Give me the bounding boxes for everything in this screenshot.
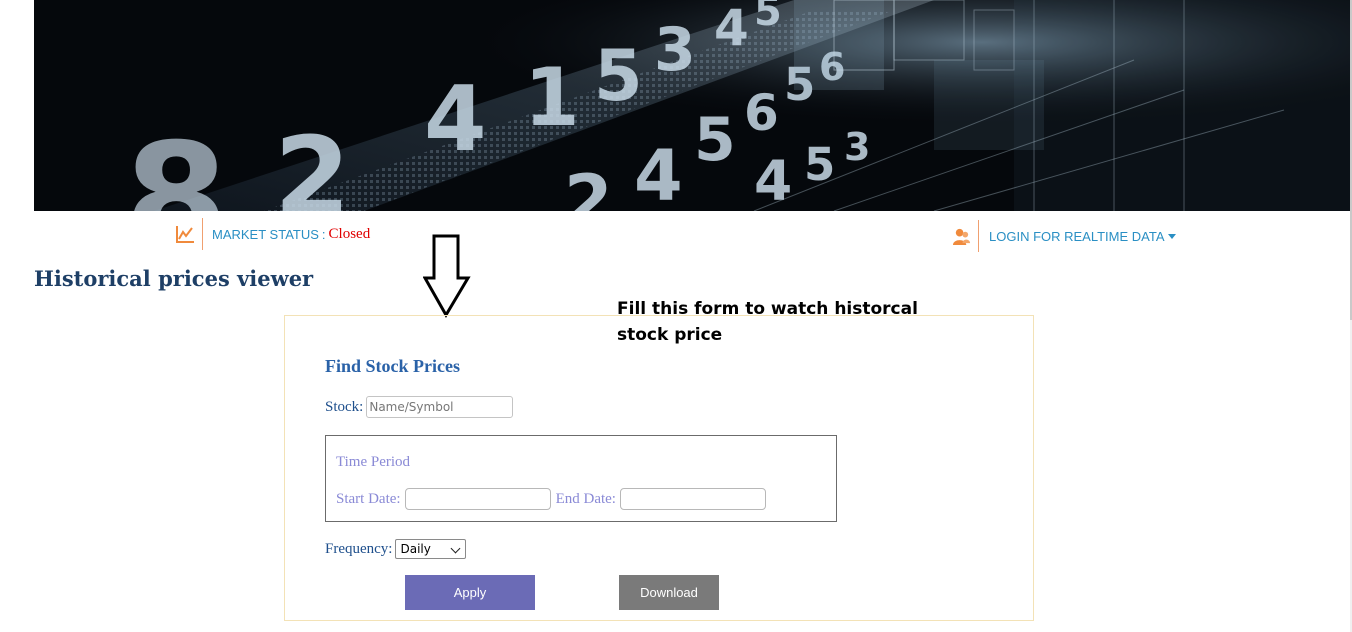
svg-text:4: 4 <box>754 149 792 211</box>
market-status-value: Closed <box>328 225 371 242</box>
market-status-label: MARKET STATUS <box>212 226 319 242</box>
header-banner: 8 2 4 1 5 3 4 5 4 5 6 5 6 2 4 5 3 <box>34 0 1350 211</box>
svg-text:4: 4 <box>634 135 683 211</box>
login-dropdown[interactable]: LOGIN FOR REALTIME DATA <box>952 220 1176 252</box>
svg-text:3: 3 <box>654 15 696 85</box>
caret-down-icon[interactable] <box>1167 234 1176 239</box>
frequency-select[interactable]: Daily <box>395 539 467 559</box>
svg-text:5: 5 <box>754 0 782 35</box>
date-range-row: Start Date: End Date: <box>336 488 766 510</box>
svg-text:4: 4 <box>424 67 487 172</box>
frequency-value: Daily <box>400 542 431 556</box>
svg-text:6: 6 <box>744 84 779 142</box>
svg-text:5: 5 <box>594 35 643 117</box>
svg-text:2: 2 <box>564 160 613 211</box>
svg-text:8: 8 <box>124 112 228 211</box>
download-button[interactable]: Download <box>619 575 719 610</box>
time-period-title: Time Period <box>336 454 411 470</box>
frequency-row: Frequency: Daily <box>325 539 467 559</box>
end-date-input[interactable] <box>619 488 766 510</box>
user-icon <box>952 228 971 245</box>
apply-button[interactable]: Apply <box>405 575 535 610</box>
svg-text:3: 3 <box>844 125 870 169</box>
start-date-label: Start Date: <box>336 490 401 507</box>
banner-graphic: 8 2 4 1 5 3 4 5 4 5 6 5 6 2 4 5 3 <box>34 0 1350 211</box>
login-label[interactable]: LOGIN FOR REALTIME DATA <box>989 229 1165 244</box>
svg-text:5: 5 <box>694 105 736 175</box>
divider <box>202 218 203 250</box>
stock-input[interactable] <box>366 396 514 418</box>
svg-text:5: 5 <box>804 138 835 191</box>
start-date-input[interactable] <box>404 488 551 510</box>
stock-row: Stock: <box>325 396 514 418</box>
end-date-label: End Date: <box>555 490 616 507</box>
form-title: Find Stock Prices <box>325 356 460 376</box>
svg-text:1: 1 <box>524 51 580 144</box>
time-period-fieldset: Time Period Start Date: End Date: <box>325 435 837 522</box>
market-status: MARKET STATUS : Closed <box>175 218 370 250</box>
svg-text:4: 4 <box>714 0 749 57</box>
divider <box>978 220 979 252</box>
frequency-label: Frequency: <box>325 540 393 557</box>
stock-label: Stock: <box>325 398 364 415</box>
page-title: Historical prices viewer <box>34 266 314 291</box>
chevron-down-icon <box>451 543 461 554</box>
svg-text:2: 2 <box>274 113 351 211</box>
market-status-colon: : <box>321 226 326 242</box>
line-chart-icon <box>176 226 194 243</box>
find-stock-form: Find Stock Prices Stock: Time Period Sta… <box>284 315 1034 621</box>
arrow-down-icon <box>423 234 471 318</box>
